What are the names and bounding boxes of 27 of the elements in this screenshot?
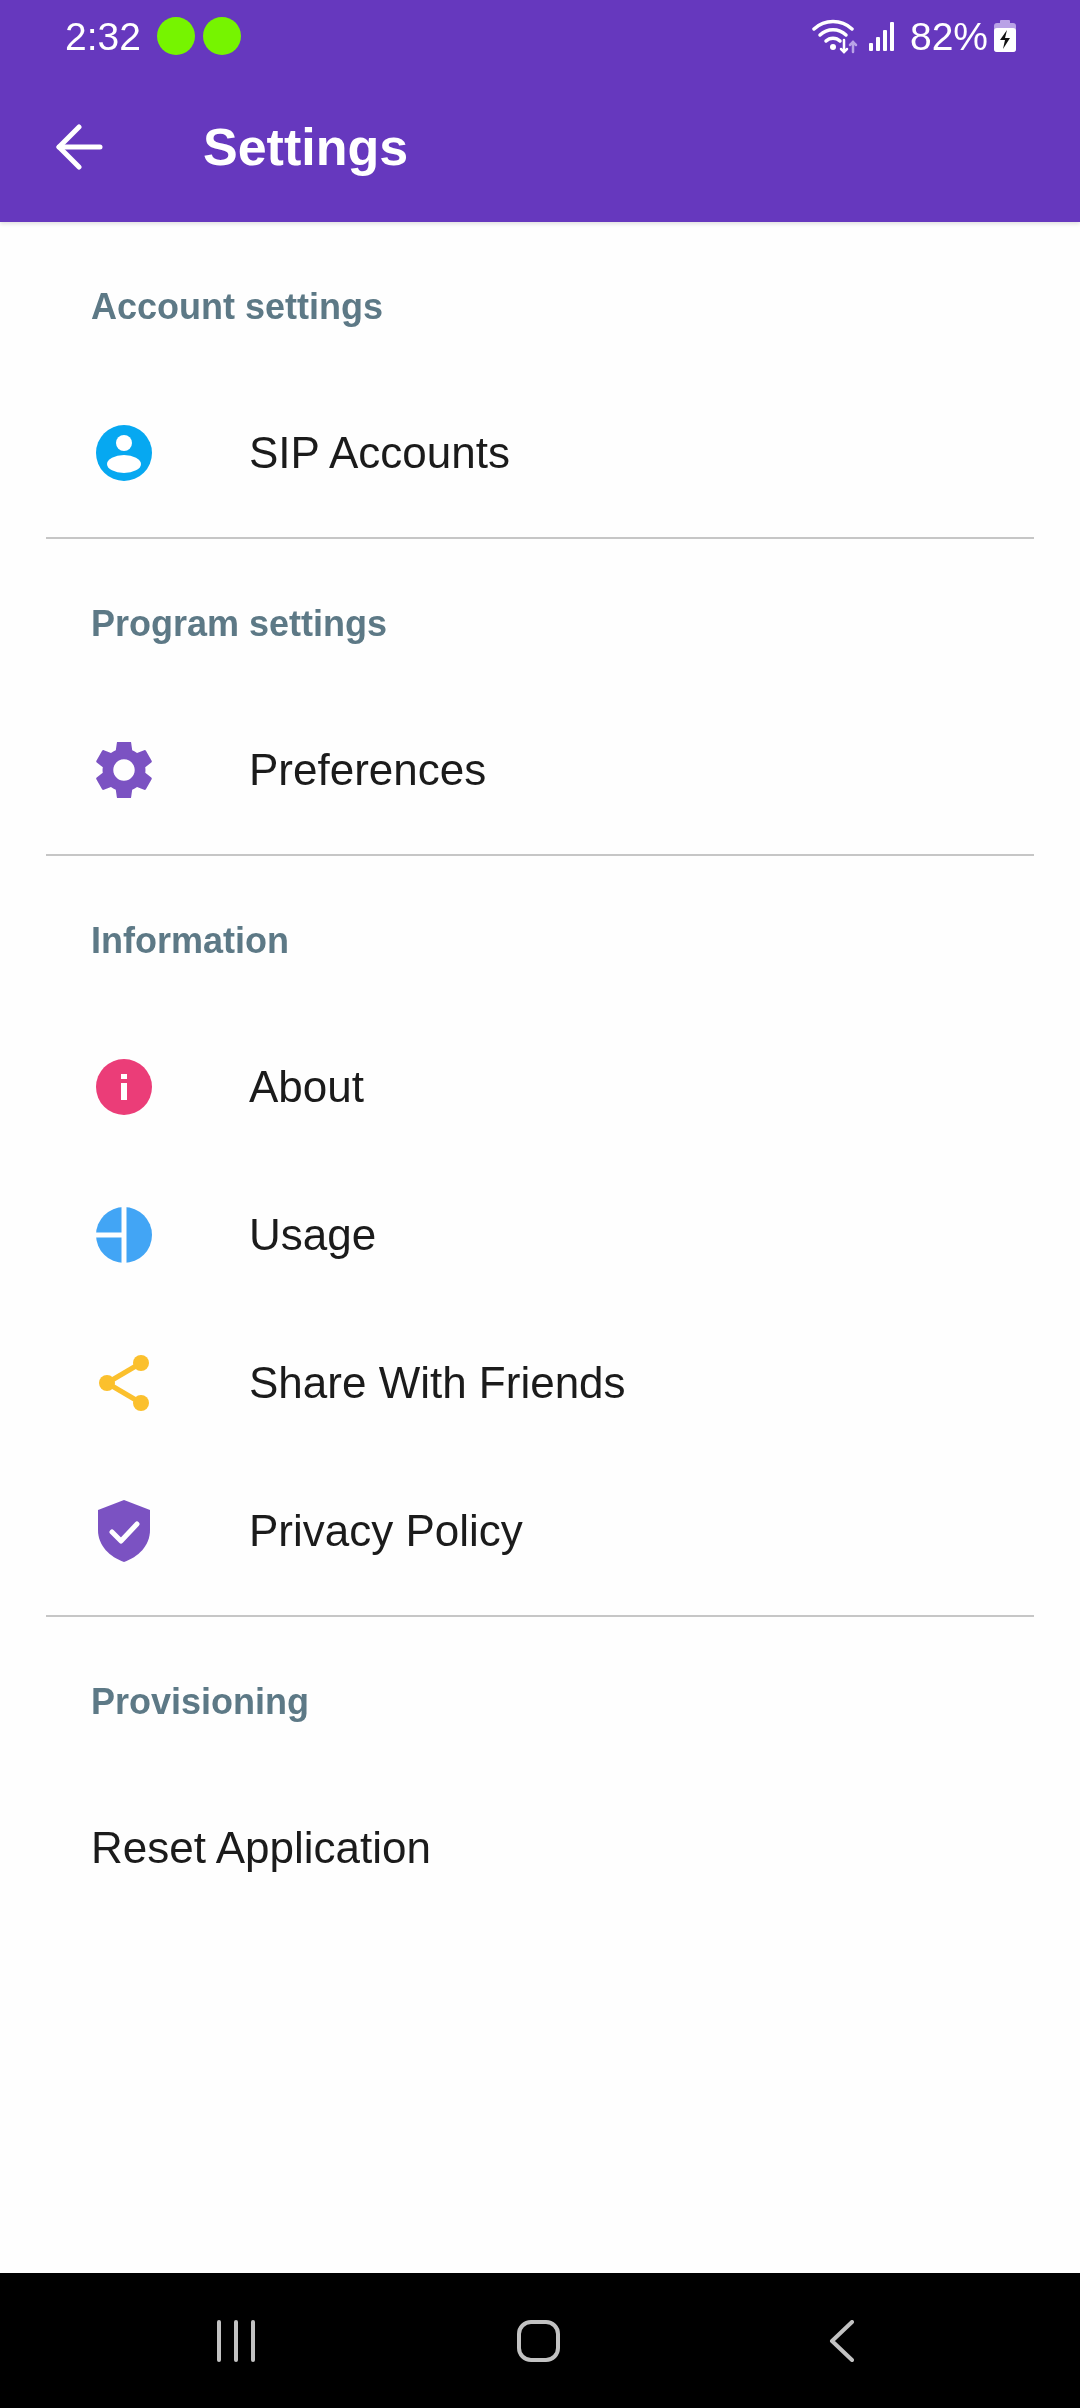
status-time: 2:32 <box>65 16 141 56</box>
battery-percent: 82% <box>909 16 988 56</box>
info-icon <box>96 1059 152 1115</box>
back-icon[interactable] <box>829 2319 854 2362</box>
wifi-icon <box>811 18 858 54</box>
menu-item[interactable]: Share With Friends <box>0 1309 1080 1457</box>
signal-icon <box>867 21 896 51</box>
share-icon <box>99 1355 149 1411</box>
menu-item[interactable]: Reset Application <box>0 1774 1080 1922</box>
section-header: Program settings <box>91 602 388 646</box>
section-header: Provisioning <box>91 1680 310 1724</box>
home-icon[interactable] <box>517 2319 560 2362</box>
section-header: Information <box>91 919 289 963</box>
menu-item[interactable]: SIP Accounts <box>0 379 1080 527</box>
shield-check-icon <box>98 1500 150 1562</box>
menu-item[interactable]: About <box>0 1013 1080 1161</box>
menu-item[interactable]: Usage <box>0 1161 1080 1309</box>
section-header: Account settings <box>91 285 384 329</box>
indicator-dot-icon <box>156 17 195 55</box>
menu-item[interactable]: Preferences <box>0 696 1080 844</box>
menu-item[interactable]: Privacy Policy <box>0 1457 1080 1605</box>
recent-apps-icon[interactable] <box>216 2319 256 2362</box>
pie-chart-icon <box>96 1207 152 1263</box>
gear-icon <box>96 742 152 798</box>
battery-charging-icon <box>994 20 1016 52</box>
indicator-dot-icon <box>202 17 241 55</box>
person-circle-icon <box>96 425 152 481</box>
